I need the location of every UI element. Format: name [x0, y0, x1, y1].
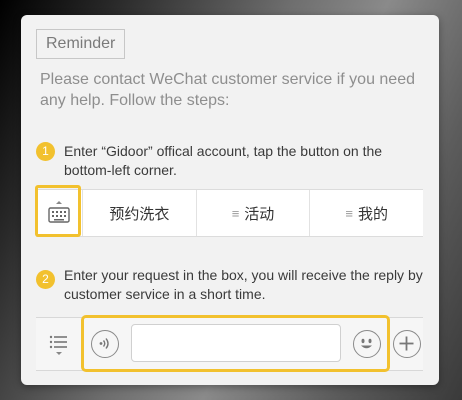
step-1-badge: 1	[36, 142, 55, 161]
keyboard-icon	[48, 201, 70, 223]
intro-text: Please contact WeChat customer service i…	[40, 71, 415, 109]
step-1-text: Enter “Gidoor” offical account, tap the …	[64, 143, 383, 178]
message-input[interactable]	[131, 324, 341, 362]
add-button[interactable]	[393, 330, 421, 358]
hamburger-icon: ≡	[231, 205, 240, 221]
menu-item-activity[interactable]: ≡ 活动	[195, 190, 310, 236]
list-menu-icon	[49, 335, 67, 355]
plus-icon	[399, 336, 414, 351]
keyboard-toggle-button[interactable]	[36, 190, 82, 236]
hamburger-icon: ≡	[345, 205, 353, 221]
menu-item-label: 我的	[357, 205, 388, 223]
voice-icon	[99, 338, 109, 349]
menu-item-mine[interactable]: ≡ 我的	[309, 190, 423, 236]
step-2-text: Enter your request in the box, you will …	[64, 267, 423, 302]
reminder-dialog: Reminder Please contact WeChat customer …	[21, 15, 439, 385]
voice-button[interactable]	[91, 330, 119, 358]
official-account-menu-bar: 预约洗衣 ≡ 活动 ≡ 我的	[36, 189, 423, 237]
menu-item-label: 预约洗衣	[109, 205, 170, 223]
menu-item-label: 活动	[244, 205, 275, 223]
menu-item-booking[interactable]: 预约洗衣	[82, 190, 196, 236]
emoji-icon	[361, 338, 372, 349]
step-2-badge: 2	[36, 270, 55, 289]
menu-toggle-button[interactable]	[46, 330, 72, 358]
emoji-button[interactable]	[353, 330, 381, 358]
dialog-title: Reminder	[36, 29, 126, 59]
